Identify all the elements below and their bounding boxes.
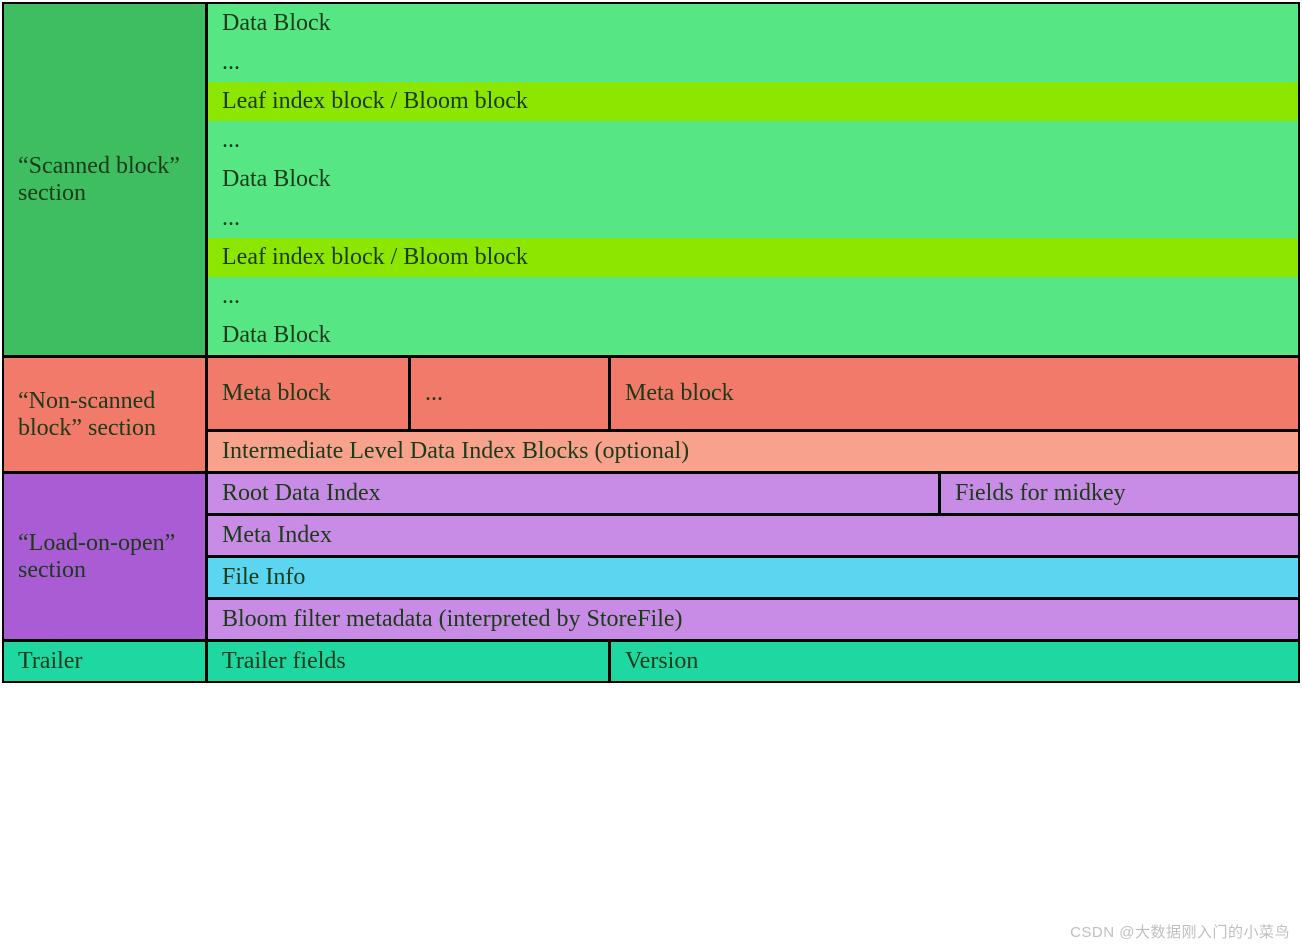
load-on-open-body: Root Data Index Fields for midkey Meta I… <box>208 474 1298 639</box>
watermark-text: CSDN @大数据刚入门的小菜鸟 <box>1070 921 1290 942</box>
meta-index-row: Meta Index <box>208 513 1298 555</box>
data-block-row: Data Block <box>208 4 1298 43</box>
meta-ellipsis-cell: ... <box>408 358 608 429</box>
non-scanned-block-body: Meta block ... Meta block Intermediate L… <box>208 358 1298 471</box>
root-data-index-cell: Root Data Index <box>208 474 938 513</box>
ellipsis-row: ... <box>208 43 1298 82</box>
file-info-row: File Info <box>208 555 1298 597</box>
meta-block-cell: Meta block <box>608 358 1298 429</box>
ellipsis-row: ... <box>208 199 1298 238</box>
trailer-body: Trailer fields Version <box>208 642 1298 681</box>
scanned-block-body: Data Block ... Leaf index block / Bloom … <box>208 4 1298 355</box>
data-block-row: Data Block <box>208 316 1298 355</box>
non-scanned-block-label: “Non-scanned block” section <box>4 358 208 471</box>
meta-block-cell: Meta block <box>208 358 408 429</box>
ellipsis-row: ... <box>208 277 1298 316</box>
scanned-block-label: “Scanned block” section <box>4 4 208 355</box>
leaf-index-bloom-row: Leaf index block / Bloom block <box>208 82 1298 121</box>
trailer-version-cell: Version <box>608 642 1298 681</box>
trailer-fields-cell: Trailer fields <box>208 642 608 681</box>
trailer-label: Trailer <box>4 642 208 681</box>
data-block-row: Data Block <box>208 160 1298 199</box>
leaf-index-bloom-row: Leaf index block / Bloom block <box>208 238 1298 277</box>
intermediate-index-row: Intermediate Level Data Index Blocks (op… <box>208 429 1298 471</box>
fields-for-midkey-cell: Fields for midkey <box>938 474 1298 513</box>
load-on-open-section: “Load-on-open” section Root Data Index F… <box>4 471 1298 639</box>
non-scanned-block-section: “Non-scanned block” section Meta block .… <box>4 355 1298 471</box>
bloom-filter-metadata-row: Bloom filter metadata (interpreted by St… <box>208 597 1298 639</box>
hfile-structure-diagram: “Scanned block” section Data Block ... L… <box>2 2 1300 683</box>
scanned-block-section: “Scanned block” section Data Block ... L… <box>4 4 1298 355</box>
ellipsis-row: ... <box>208 121 1298 160</box>
load-on-open-label: “Load-on-open” section <box>4 474 208 639</box>
trailer-section: Trailer Trailer fields Version <box>4 639 1298 681</box>
